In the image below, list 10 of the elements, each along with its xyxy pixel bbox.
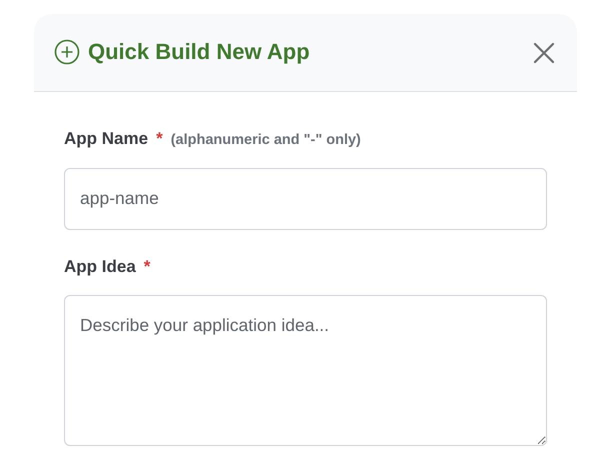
close-icon xyxy=(533,42,555,64)
app-name-field[interactable]: app-name xyxy=(64,168,547,230)
field-hint: (alphanumeric and "-" only) xyxy=(170,131,361,150)
modal-title: Quick Build New App xyxy=(88,39,310,66)
required-asterisk: * xyxy=(144,256,150,278)
app-idea-field[interactable]: Describe your application idea... xyxy=(64,295,547,446)
required-asterisk: * xyxy=(156,128,163,150)
field-label: App Idea xyxy=(64,256,136,278)
field-label: App Name xyxy=(64,128,148,150)
plus-circle-icon xyxy=(54,39,80,66)
